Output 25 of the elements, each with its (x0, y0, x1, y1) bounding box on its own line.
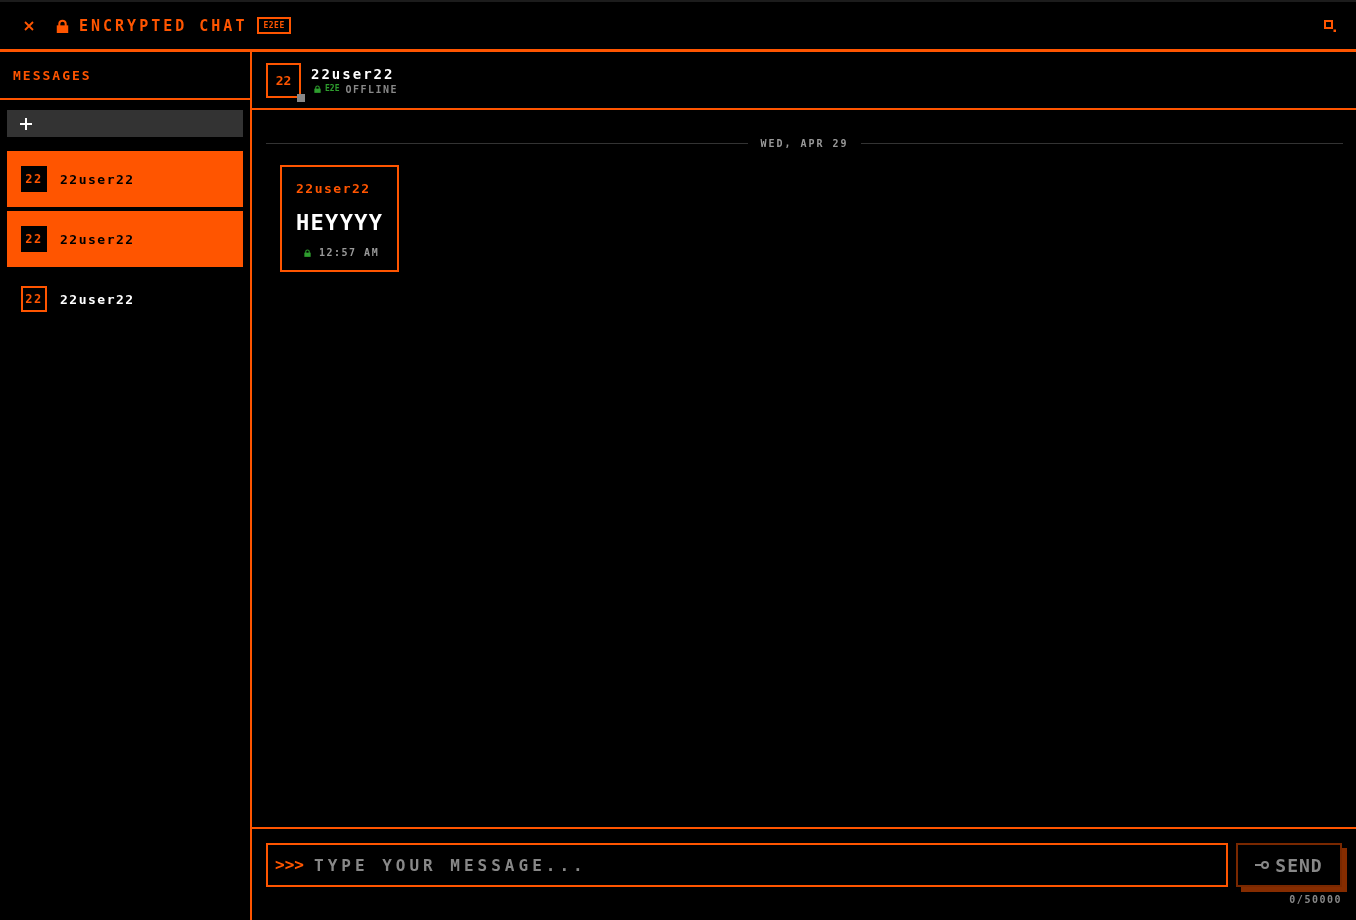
message-time: 12:57 AM (319, 247, 380, 258)
contact-name: 22user22 (311, 65, 396, 82)
avatar: 22 (266, 62, 301, 98)
status-text: OFFLINE (345, 83, 399, 95)
conversation-item[interactable]: 22 22user22 (7, 151, 243, 207)
lock-icon (56, 18, 69, 33)
message-text: HEYYYY (296, 210, 384, 235)
search-icon[interactable] (1324, 19, 1336, 32)
encryption-label: E2E (325, 83, 340, 93)
plus-icon (20, 117, 32, 130)
close-icon[interactable] (24, 20, 34, 31)
lock-icon (314, 85, 321, 93)
sidebar-title: MESSAGES (0, 52, 250, 100)
pin-icon (1255, 860, 1270, 870)
sender-name: 22user22 (296, 181, 372, 196)
avatar: 22 (21, 226, 47, 252)
conversation-item[interactable]: 22 22user22 (7, 211, 243, 267)
character-counter: 0/50000 (1288, 894, 1342, 905)
avatar: 22 (21, 166, 47, 192)
encryption-badge: E2EE (257, 17, 291, 34)
prompt-chevrons: >>> (275, 855, 304, 875)
avatar: 22 (21, 286, 47, 312)
app-title: ENCRYPTED CHAT (79, 16, 248, 35)
date-separator: WED, APR 29 (760, 138, 849, 149)
conversation-item[interactable]: 22 22user22 (7, 271, 243, 327)
